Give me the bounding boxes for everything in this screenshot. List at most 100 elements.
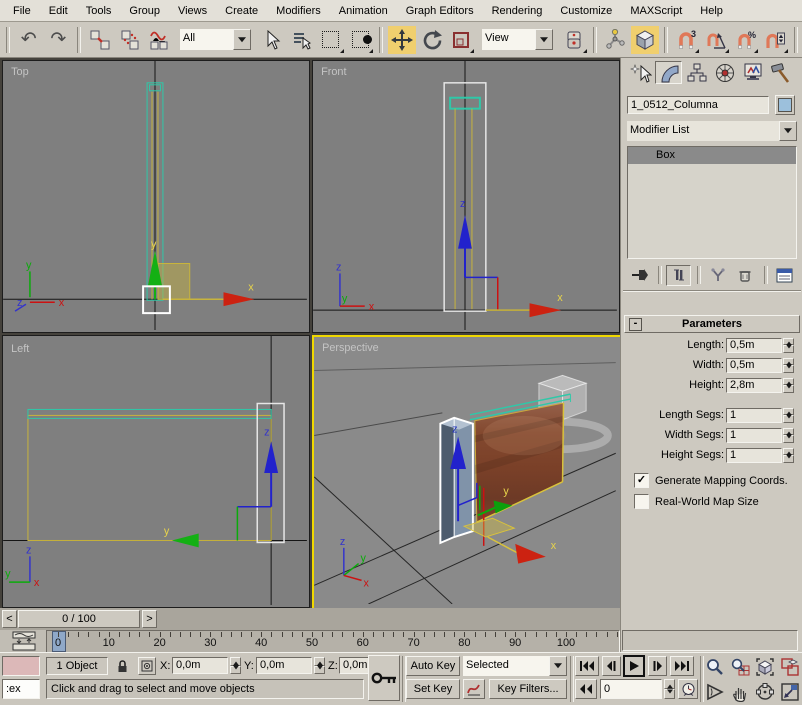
dropdown-arrow-icon[interactable] bbox=[549, 656, 567, 676]
min-max-toggle-button[interactable] bbox=[778, 680, 802, 703]
menu-group[interactable]: Group bbox=[120, 1, 169, 21]
menu-create[interactable]: Create bbox=[216, 1, 267, 21]
menu-customize[interactable]: Customize bbox=[551, 1, 621, 21]
tab-utilities[interactable] bbox=[767, 61, 794, 84]
menu-file[interactable]: File bbox=[4, 1, 40, 21]
object-name-field[interactable]: 1_0512_Columna bbox=[627, 96, 769, 114]
absolute-mode-transform-toggle[interactable] bbox=[138, 657, 156, 675]
set-key-button[interactable]: Set Key bbox=[406, 679, 460, 699]
snaps-cube-toggle[interactable] bbox=[631, 26, 659, 54]
param-field[interactable]: 0,5m bbox=[726, 358, 782, 373]
selection-lock-toggle[interactable] bbox=[114, 657, 131, 675]
zoom-button[interactable] bbox=[703, 655, 727, 678]
pan-button[interactable] bbox=[728, 680, 752, 703]
y-coord-field[interactable]: 0,0m bbox=[256, 657, 312, 674]
go-to-end-button[interactable] bbox=[670, 656, 694, 676]
maxscript-mini-listener[interactable]: :ex bbox=[2, 679, 40, 699]
pin-stack-button[interactable] bbox=[627, 265, 652, 286]
tab-modify[interactable] bbox=[655, 61, 682, 84]
auto-key-button[interactable]: Auto Key bbox=[406, 656, 460, 676]
key-filter-selection-dropdown[interactable]: Selected bbox=[463, 656, 567, 676]
stack-item-box[interactable]: Box bbox=[628, 147, 796, 164]
selection-filter-dropdown[interactable]: All bbox=[180, 29, 251, 50]
select-and-move-button[interactable] bbox=[388, 26, 416, 54]
track-ruler[interactable]: 0102030405060708090100 bbox=[46, 630, 620, 653]
use-pivot-point-center-button[interactable] bbox=[560, 26, 588, 54]
param-field[interactable]: 1 bbox=[726, 448, 782, 463]
menu-edit[interactable]: Edit bbox=[40, 1, 77, 21]
set-keys-button[interactable] bbox=[368, 655, 400, 701]
window-crossing-toggle[interactable] bbox=[347, 26, 375, 54]
menu-rendering[interactable]: Rendering bbox=[483, 1, 552, 21]
zoom-extents-all-button[interactable] bbox=[778, 655, 802, 678]
time-slider-next-button[interactable]: > bbox=[142, 610, 157, 628]
zoom-all-button[interactable] bbox=[728, 655, 752, 678]
time-slider-prev-button[interactable]: < bbox=[2, 610, 17, 628]
y-coord-spinner[interactable] bbox=[314, 657, 325, 674]
dropdown-arrow-icon[interactable] bbox=[233, 29, 251, 50]
select-and-rotate-button[interactable] bbox=[418, 26, 446, 54]
object-color-swatch[interactable] bbox=[775, 95, 795, 115]
checkbox-real-world-map-size[interactable] bbox=[634, 494, 649, 509]
unlink-selection-button[interactable] bbox=[116, 26, 144, 54]
param-spinner[interactable] bbox=[783, 358, 794, 373]
bind-to-space-warp-button[interactable] bbox=[145, 26, 173, 54]
collapse-icon[interactable]: - bbox=[629, 318, 642, 331]
select-and-manipulate-button[interactable] bbox=[602, 26, 630, 54]
checkbox-generate-mapping-coords-[interactable] bbox=[634, 473, 649, 488]
time-slider-handle[interactable]: 0 / 100 bbox=[18, 610, 140, 628]
dropdown-arrow-icon[interactable] bbox=[535, 29, 553, 50]
previous-frame-button[interactable] bbox=[602, 656, 621, 676]
x-coord-field[interactable]: 0,0m bbox=[172, 657, 228, 674]
modifier-stack-list[interactable]: Box bbox=[627, 146, 797, 259]
menu-graph-editors[interactable]: Graph Editors bbox=[397, 1, 483, 21]
menu-animation[interactable]: Animation bbox=[330, 1, 397, 21]
menu-views[interactable]: Views bbox=[169, 1, 216, 21]
field-of-view-button[interactable] bbox=[703, 680, 727, 703]
make-unique-button[interactable] bbox=[705, 265, 730, 286]
menu-maxscript[interactable]: MAXScript bbox=[621, 1, 691, 21]
viewport-left[interactable]: z y z y x Left bbox=[2, 335, 310, 608]
key-mode-toggle[interactable] bbox=[575, 679, 597, 699]
configure-modifier-sets-button[interactable] bbox=[772, 265, 797, 286]
rollout-header[interactable]: - Parameters bbox=[624, 315, 800, 333]
brick-wall[interactable] bbox=[475, 403, 566, 522]
spinner-snap-toggle[interactable] bbox=[761, 26, 789, 54]
param-spinner[interactable] bbox=[783, 408, 794, 423]
select-and-link-button[interactable] bbox=[86, 26, 114, 54]
modifier-list-dropdown[interactable]: Modifier List bbox=[627, 121, 797, 141]
play-button[interactable] bbox=[623, 655, 645, 677]
next-frame-button[interactable] bbox=[648, 656, 667, 676]
param-field[interactable]: 2,8m bbox=[726, 378, 782, 393]
reference-coordinate-system-dropdown[interactable]: View bbox=[482, 29, 553, 50]
param-spinner[interactable] bbox=[783, 448, 794, 463]
dropdown-arrow-icon[interactable] bbox=[779, 121, 797, 141]
snap-toggle-3d-button[interactable]: 3 bbox=[673, 26, 701, 54]
time-configuration-button[interactable] bbox=[678, 679, 698, 699]
menu-tools[interactable]: Tools bbox=[77, 1, 121, 21]
percent-snap-toggle[interactable]: % bbox=[732, 26, 760, 54]
rectangular-selection-region-button[interactable] bbox=[317, 26, 345, 54]
remove-modifier-button[interactable] bbox=[733, 265, 758, 286]
tab-create[interactable] bbox=[627, 61, 654, 84]
viewport-front[interactable]: z x z x y Front bbox=[312, 60, 620, 333]
angle-snap-toggle[interactable] bbox=[702, 26, 730, 54]
arc-rotate-button[interactable] bbox=[753, 680, 777, 703]
param-field[interactable]: 1 bbox=[726, 408, 782, 423]
select-object-button[interactable] bbox=[258, 26, 286, 54]
x-coord-spinner[interactable] bbox=[230, 657, 241, 674]
show-end-result-button[interactable] bbox=[666, 265, 691, 286]
viewport-perspective[interactable]: z y x z y x bbox=[312, 335, 622, 610]
redo-button[interactable]: ↷ bbox=[45, 26, 73, 54]
tab-display[interactable] bbox=[739, 61, 766, 84]
param-spinner[interactable] bbox=[783, 378, 794, 393]
current-frame-field[interactable]: 0 bbox=[600, 679, 662, 699]
menu-help[interactable]: Help bbox=[691, 1, 732, 21]
macro-recorder-pane[interactable] bbox=[2, 656, 40, 676]
zoom-extents-button[interactable] bbox=[753, 655, 777, 678]
key-filters-button[interactable]: Key Filters... bbox=[489, 679, 567, 699]
column-box[interactable] bbox=[440, 418, 473, 543]
menu-modifiers[interactable]: Modifiers bbox=[267, 1, 330, 21]
param-spinner[interactable] bbox=[783, 338, 794, 353]
undo-button[interactable]: ↶ bbox=[15, 26, 43, 54]
